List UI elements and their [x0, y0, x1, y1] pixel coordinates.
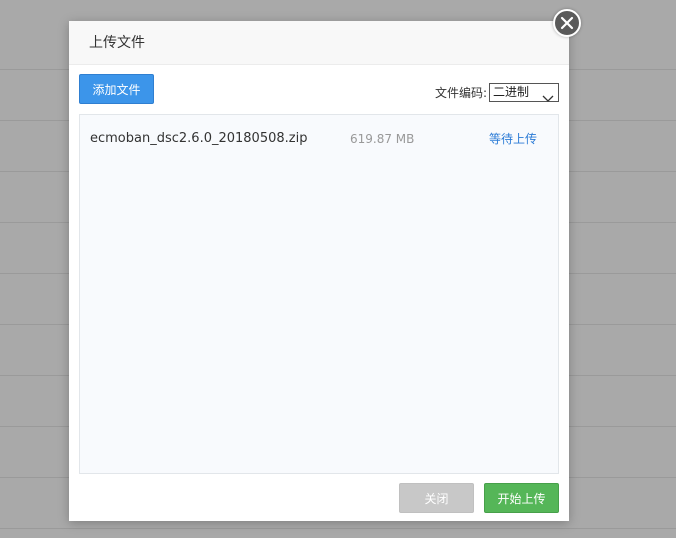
close-icon[interactable]	[553, 9, 581, 37]
chevron-down-icon	[542, 88, 554, 107]
file-row: ecmoban_dsc2.6.0_20180508.zip 619.87 MB …	[80, 115, 558, 161]
file-encoding-value: 二进制	[493, 85, 530, 99]
dialog-header: 上传文件	[69, 21, 569, 65]
start-upload-button[interactable]: 开始上传	[484, 483, 559, 513]
file-list: ecmoban_dsc2.6.0_20180508.zip 619.87 MB …	[79, 114, 559, 474]
file-status: 等待上传	[489, 132, 538, 146]
upload-dialog: 上传文件 添加文件 文件编码: 二进制 ecmoban_dsc2.6.0_201…	[69, 21, 569, 521]
file-encoding-label: 文件编码:	[435, 86, 488, 100]
close-dialog-button[interactable]: 关闭	[399, 483, 474, 513]
file-size: 619.87 MB	[350, 132, 415, 146]
file-encoding-select[interactable]: 二进制	[489, 83, 559, 102]
dialog-title: 上传文件	[89, 35, 145, 51]
file-name: ecmoban_dsc2.6.0_20180508.zip	[90, 131, 308, 146]
add-file-button[interactable]: 添加文件	[79, 74, 154, 104]
